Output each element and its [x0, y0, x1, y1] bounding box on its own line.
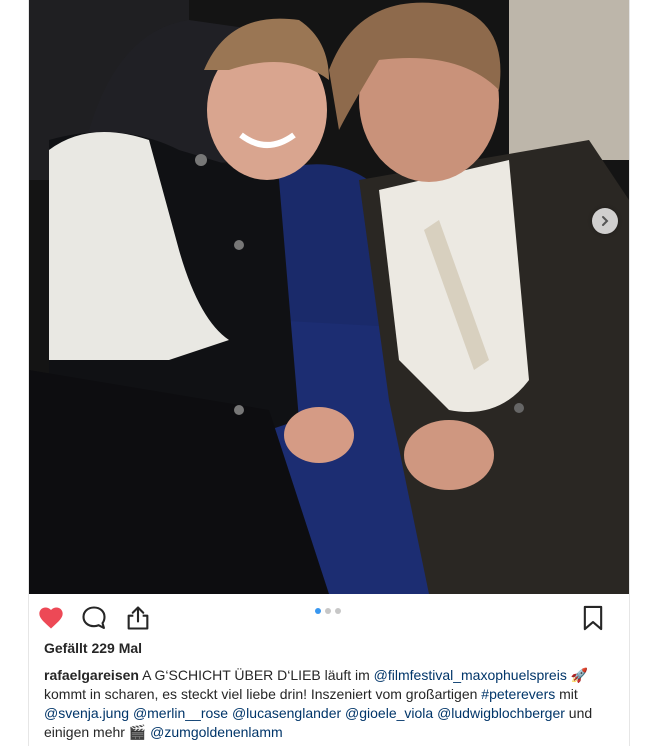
mention-link[interactable]: @svenja.jung: [44, 705, 129, 721]
mention-link[interactable]: @ludwigblochberger: [437, 705, 565, 721]
share-button[interactable]: [124, 604, 152, 632]
post-photo[interactable]: [29, 0, 629, 594]
like-button[interactable]: [37, 604, 65, 632]
post-caption: rafaelgareisen A G‘SCHICHT ÜBER D‘LIEB l…: [44, 666, 616, 742]
mention-link[interactable]: @zumgoldenenlamm: [150, 724, 283, 740]
hashtag-link[interactable]: #peterevers: [481, 686, 555, 702]
comment-bubble-icon: [82, 606, 106, 629]
carousel-indicator: [315, 608, 341, 614]
share-upload-icon: [127, 606, 149, 630]
action-bar: [29, 594, 629, 638]
mention-link[interactable]: @merlin__rose: [133, 705, 228, 721]
bookmark-icon: [583, 605, 603, 631]
chevron-right-icon: [602, 216, 609, 226]
comment-button[interactable]: [80, 604, 108, 632]
mention-link[interactable]: @gioele_viola: [345, 705, 433, 721]
post-card: Gefällt 229 Mal rafaelgareisen A G‘SCHIC…: [28, 0, 630, 746]
mention-link[interactable]: @filmfestival_maxophuelspreis: [374, 667, 567, 683]
heart-filled-icon: [39, 607, 63, 629]
photo-illustration: [29, 0, 629, 594]
caption-text: mit: [555, 686, 578, 702]
mention-link[interactable]: @lucasenglander: [232, 705, 341, 721]
carousel-dot-active: [315, 608, 321, 614]
carousel-next-button[interactable]: [592, 208, 618, 234]
like-count[interactable]: Gefällt 229 Mal: [44, 640, 142, 656]
save-button[interactable]: [579, 604, 607, 632]
caption-text: A G‘SCHICHT ÜBER D‘LIEB läuft im: [138, 667, 374, 683]
caption-username[interactable]: rafaelgareisen: [44, 667, 139, 683]
carousel-dot: [335, 608, 341, 614]
carousel-dot: [325, 608, 331, 614]
